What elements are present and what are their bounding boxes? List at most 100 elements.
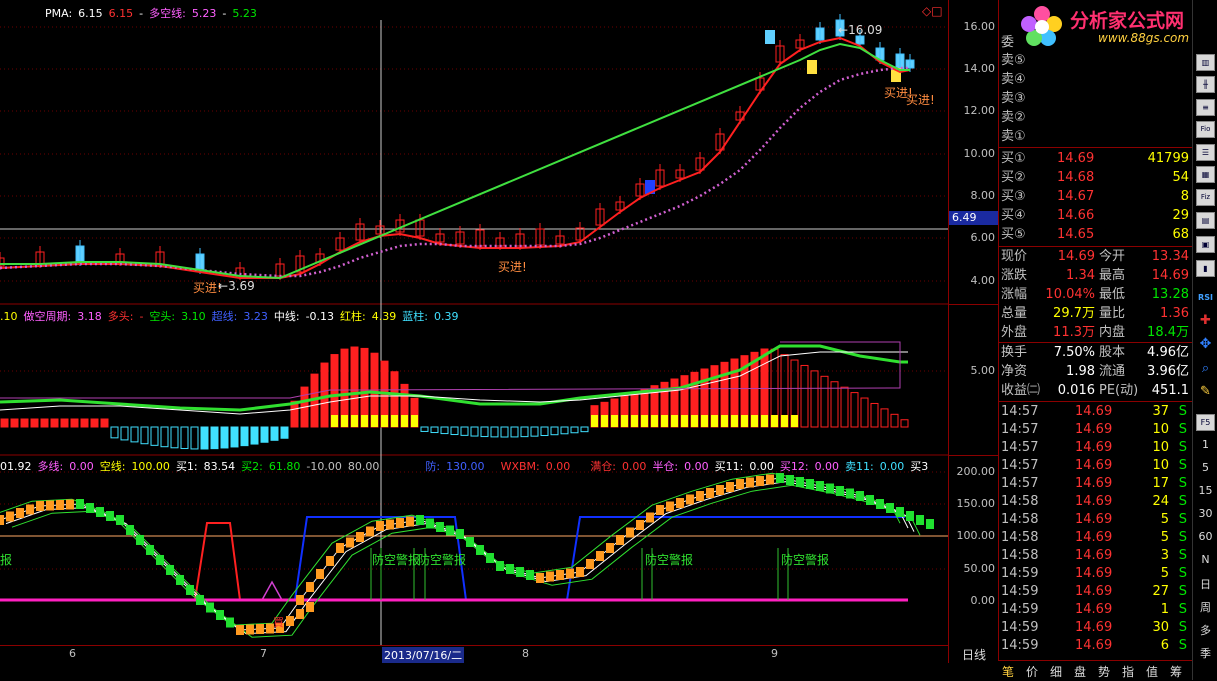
yellow-bar	[731, 415, 738, 427]
fiz-icon[interactable]: Fiz	[1196, 189, 1215, 206]
period-button[interactable]: 5	[1193, 461, 1217, 474]
ytick-10: 10.00	[963, 147, 996, 160]
grid-icon[interactable]: ▦	[1196, 166, 1215, 183]
period-button[interactable]: 1	[1193, 438, 1217, 451]
signal-block	[296, 595, 304, 605]
bottom-tab[interactable]: 值	[1146, 663, 1158, 680]
buy-volume: 8	[1180, 189, 1189, 204]
macd-bar	[800, 364, 809, 428]
ma-green-line	[0, 42, 910, 280]
doc-icon[interactable]: ▤	[1196, 212, 1215, 229]
tick-time: 14:57	[1001, 440, 1039, 455]
macd-bar	[60, 418, 69, 428]
ytick-16: 16.00	[963, 20, 996, 33]
kdj-line	[0, 472, 901, 626]
ytick-14: 14.00	[963, 62, 996, 75]
bottom-tab[interactable]: 指	[1122, 663, 1134, 680]
diamond-icon[interactable]: ◇□	[922, 4, 943, 18]
stamp-icon[interactable]: ✚	[1196, 313, 1215, 330]
signal-block	[736, 479, 744, 489]
list-icon[interactable]: ☰	[1196, 144, 1215, 161]
stat-label: 净资	[1001, 364, 1028, 379]
fio-icon[interactable]: Fio	[1196, 121, 1215, 138]
signal-block	[56, 500, 64, 510]
signal-block	[296, 609, 304, 619]
signal-block	[76, 499, 84, 509]
chart-icon[interactable]: ▥	[1196, 54, 1215, 71]
macd-bar	[870, 402, 879, 428]
yellow-bar	[371, 415, 378, 427]
tick-price: 14.69	[1075, 620, 1113, 635]
tick-side: S	[1178, 440, 1187, 455]
signal-block	[616, 535, 624, 545]
period-button[interactable]: 多	[1193, 622, 1217, 638]
stat-row: 净资 1.98 流通 3.96亿	[1001, 363, 1191, 381]
signal-block	[906, 511, 914, 521]
buy-volume: 54	[1172, 170, 1189, 185]
period-button[interactable]: 60	[1193, 530, 1217, 543]
alarm-label-3: 防空警报	[645, 553, 694, 567]
signal-block	[236, 625, 244, 635]
period-button[interactable]: 日	[1193, 576, 1217, 592]
period-button[interactable]: 周	[1193, 599, 1217, 615]
report-icon[interactable]: ▣	[1196, 236, 1215, 253]
signal-block	[346, 537, 354, 548]
signal-block	[526, 570, 534, 580]
buy-price: 14.68	[1057, 170, 1095, 185]
signal-block	[816, 481, 824, 491]
signal-block	[846, 488, 854, 499]
signal-block	[6, 511, 14, 522]
signal-block	[566, 568, 574, 579]
ytick-200: 200.00	[956, 465, 996, 478]
bottom-tab[interactable]: 盘	[1074, 663, 1086, 680]
sell-row: 卖③	[1001, 90, 1191, 108]
period-button[interactable]: 季	[1193, 645, 1217, 661]
stat-row: 现价 14.69 今开 13.34	[1001, 248, 1191, 266]
f5-icon[interactable]: F5	[1196, 414, 1215, 431]
period-button[interactable]: 15	[1193, 484, 1217, 497]
move-icon[interactable]: ✥	[1196, 337, 1215, 354]
signal-block	[136, 535, 144, 545]
signal-block	[216, 610, 224, 620]
bottom-tab[interactable]: 细	[1050, 663, 1062, 680]
table-icon[interactable]: ≡	[1196, 99, 1215, 116]
bar-chart-icon[interactable]: ▮	[1196, 260, 1215, 277]
tick-volume: 24	[1152, 494, 1169, 509]
stat-row: 换手 7.50% 股本 4.96亿	[1001, 344, 1191, 362]
period-button[interactable]: 30	[1193, 507, 1217, 520]
tick-price: 14.69	[1075, 458, 1113, 473]
yellow-bar	[351, 415, 358, 427]
rsi-icon[interactable]: RSI	[1196, 290, 1215, 307]
signal-block	[836, 486, 844, 496]
tick-row: 14:57 14.69 10 S	[1001, 421, 1191, 439]
stat-label-2: 股本	[1099, 345, 1126, 360]
signal-block	[666, 501, 674, 512]
bottom-tab[interactable]: 笔	[1002, 663, 1014, 680]
stat-label: 涨跌	[1001, 268, 1028, 283]
tick-row: 14:59 14.69 27 S	[1001, 583, 1191, 601]
yellow-bar	[401, 415, 408, 427]
bottom-tab[interactable]: 势	[1098, 663, 1110, 680]
stat-row: 涨幅 10.04% 最低 13.28	[1001, 286, 1191, 304]
wei-row: 委	[1001, 34, 1191, 52]
macd-bar	[80, 418, 89, 428]
tick-volume: 6	[1160, 638, 1169, 653]
macd-bar	[50, 418, 59, 428]
bottom-tab[interactable]: 筹	[1170, 663, 1182, 680]
period-button[interactable]: N	[1193, 553, 1217, 566]
stat-label: 涨幅	[1001, 287, 1028, 302]
macd-bar	[130, 426, 139, 443]
ytick-150: 150.00	[956, 497, 996, 510]
cursor-date: 2013/07/16/二	[382, 647, 465, 663]
signal-block	[766, 474, 774, 485]
pen-icon[interactable]: ✎	[1196, 384, 1215, 401]
candle-icon[interactable]: ╫	[1196, 76, 1215, 93]
sell2-label: 卖②	[1001, 110, 1026, 125]
mid-v7: 0.39	[433, 310, 459, 323]
zoom-icon[interactable]: ⌕	[1196, 361, 1215, 378]
macd-bar	[40, 418, 49, 428]
macd-bar	[470, 426, 479, 437]
signal-block	[306, 582, 314, 592]
bottom-tab[interactable]: 价	[1026, 663, 1038, 680]
buy-row: 买⑤ 14.65 68	[1001, 226, 1191, 244]
